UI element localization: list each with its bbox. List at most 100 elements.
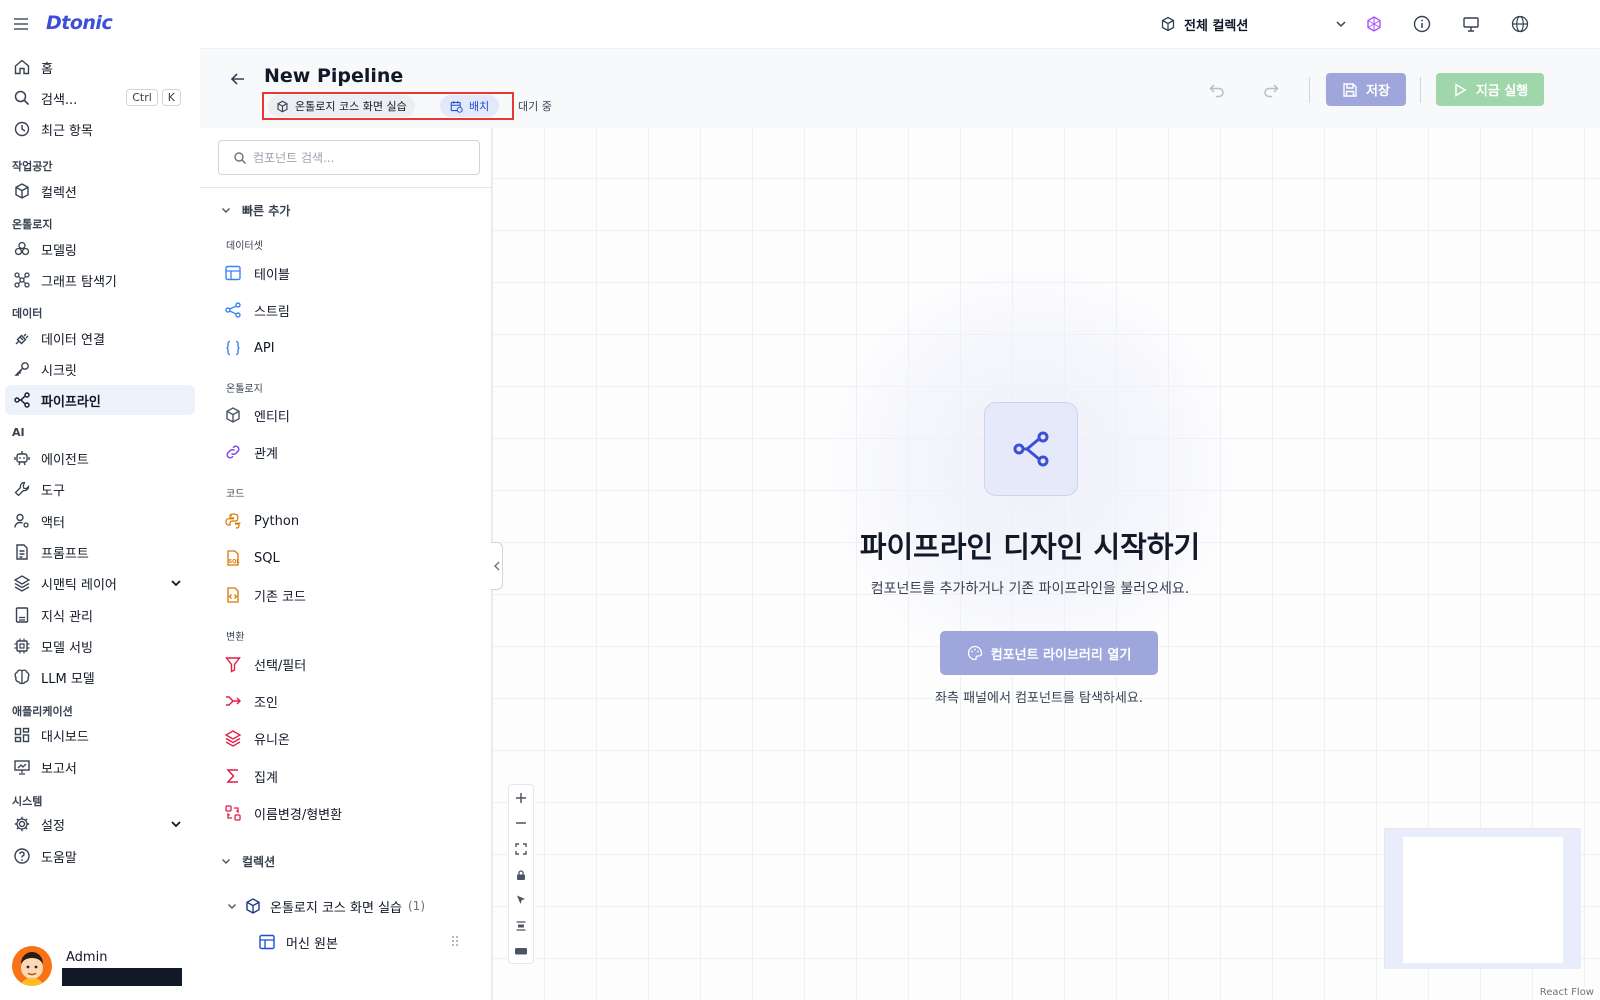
section-workspace: 작업공간	[12, 160, 53, 173]
circles-icon	[13, 240, 31, 258]
logo[interactable]: Dtonic	[46, 12, 113, 34]
undo-icon[interactable]	[1208, 81, 1226, 99]
component-api[interactable]: API	[224, 334, 474, 362]
info-icon[interactable]	[1412, 14, 1432, 34]
section-ai: AI	[12, 426, 25, 439]
collection-select-label: 전체 컬렉션	[1184, 18, 1249, 34]
run-now-button[interactable]: 지금 실행	[1436, 73, 1544, 106]
open-library-button[interactable]: 컴포넌트 라이브러리 열기	[940, 631, 1158, 675]
collection-tag[interactable]: 온톨로지 코스 화면 실습	[268, 95, 415, 117]
page-title[interactable]: New Pipeline	[264, 65, 403, 87]
sidebar-item-label: 설정	[41, 818, 65, 834]
open-library-label: 컴포넌트 라이브러리 열기	[990, 647, 1132, 663]
component-table[interactable]: 테이블	[224, 259, 474, 287]
sidebar-item-label: 에이전트	[41, 452, 89, 468]
sidebar-item-search[interactable]: 검색... Ctrl K	[5, 83, 195, 113]
sidebar-item-reports[interactable]: 보고서	[5, 752, 195, 782]
table-icon	[258, 933, 276, 951]
sidebar-item-dashboard[interactable]: 대시보드	[5, 720, 195, 750]
sidebar-item-actor[interactable]: 액터	[5, 506, 195, 536]
sidebar-item-label: LLM 모델	[41, 671, 95, 687]
user-gear-icon	[13, 512, 31, 530]
zoom-in-icon[interactable]	[509, 785, 533, 810]
cube-icon	[1161, 16, 1175, 32]
sidebar-item-llm-models[interactable]: LLM 모델	[5, 662, 195, 692]
pipeline-canvas[interactable]: 파이프라인 디자인 시작하기 컴포넌트를 추가하거나 기존 파이프라인을 불러오…	[492, 128, 1600, 1000]
sidebar-item-label: 모델 서빙	[41, 640, 93, 656]
tree-collection-item[interactable]: 온톨로지 코스 화면 실습 (1)	[226, 892, 476, 920]
zoom-out-icon[interactable]	[509, 810, 533, 835]
component-stream[interactable]: 스트림	[224, 296, 474, 324]
component-union[interactable]: 유니온	[224, 724, 474, 752]
component-existing-code[interactable]: 기존 코드	[224, 581, 474, 609]
collections-toggle[interactable]: 컬렉션	[220, 851, 275, 871]
back-arrow-icon[interactable]	[228, 69, 248, 89]
sidebar-item-modeling[interactable]: 모델링	[5, 234, 195, 264]
save-button[interactable]: 저장	[1326, 73, 1406, 106]
redacted-email	[62, 968, 182, 986]
svg-text:SQL: SQL	[229, 559, 241, 565]
component-search[interactable]	[218, 140, 480, 175]
globe-icon[interactable]	[1510, 14, 1530, 34]
menu-icon[interactable]	[12, 15, 30, 33]
sidebar-item-agent[interactable]: 에이전트	[5, 443, 195, 473]
sidebar-item-home[interactable]: 홈	[5, 52, 195, 82]
avatar[interactable]	[12, 946, 52, 986]
component-label: 테이블	[254, 267, 290, 283]
react-flow-attribution[interactable]: React Flow	[1537, 987, 1596, 998]
sidebar-item-tools[interactable]: 도구	[5, 474, 195, 504]
sidebar-item-data-connection[interactable]: 데이터 연결	[5, 323, 195, 353]
sidebar-item-label: 검색...	[41, 92, 78, 108]
component-label: 스트림	[254, 304, 290, 320]
component-python[interactable]: Python	[224, 507, 474, 535]
cube-icon	[244, 897, 262, 915]
ontology-icon[interactable]	[1364, 14, 1384, 34]
section-data: 데이터	[12, 307, 43, 320]
sidebar-item-label: 액터	[41, 515, 65, 531]
redo-icon[interactable]	[1262, 81, 1280, 99]
sidebar-item-help[interactable]: 도움말	[5, 841, 195, 871]
sidebar-item-recent[interactable]: 최근 항목	[5, 114, 195, 144]
component-select-filter[interactable]: 선택/필터	[224, 650, 474, 678]
sidebar-item-semantic-layer[interactable]: 시맨틱 레이어	[5, 568, 195, 598]
collection-tag-label: 온톨로지 코스 화면 실습	[295, 100, 407, 113]
sidebar-item-label: 시크릿	[41, 363, 77, 379]
fit-view-icon[interactable]	[509, 836, 533, 861]
minimap[interactable]	[1384, 828, 1581, 969]
quick-add-toggle[interactable]: 빠른 추가	[220, 200, 290, 220]
component-rename-cast[interactable]: 이름변경/형변환	[224, 799, 474, 827]
user-profile[interactable]: Admin	[12, 944, 192, 988]
component-search-input[interactable]	[253, 150, 473, 165]
sidebar-item-settings[interactable]: 설정	[5, 809, 195, 839]
sidebar-item-secrets[interactable]: 시크릿	[5, 354, 195, 384]
sidebar-item-collections[interactable]: 컬렉션	[5, 176, 195, 206]
panel-collapse-toggle[interactable]	[491, 542, 503, 590]
sidebar-item-prompt[interactable]: 프롬프트	[5, 537, 195, 567]
sidebar-item-model-serving[interactable]: 모델 서빙	[5, 631, 195, 661]
pointer-icon[interactable]	[509, 887, 533, 912]
sidebar-item-graph-explorer[interactable]: 그래프 탐색기	[5, 265, 195, 295]
lock-icon[interactable]	[509, 862, 533, 887]
component-label: 기존 코드	[254, 589, 306, 605]
collection-select[interactable]: 전체 컬렉션	[1160, 10, 1360, 38]
keyboard-icon[interactable]	[509, 938, 533, 963]
sidebar-item-pipeline[interactable]: 파이프라인	[5, 385, 195, 415]
batch-mode-tag[interactable]: 배치	[440, 95, 500, 117]
sql-icon: SQL	[224, 549, 242, 567]
monitor-icon[interactable]	[1461, 14, 1481, 34]
align-icon[interactable]	[509, 913, 533, 938]
layers-icon	[224, 729, 242, 747]
sidebar-item-label: 프롬프트	[41, 546, 89, 562]
sidebar-item-knowledge[interactable]: 지식 관리	[5, 600, 195, 630]
component-aggregate[interactable]: 집계	[224, 762, 474, 790]
component-relation[interactable]: 관계	[224, 438, 474, 466]
component-join[interactable]: 조인	[224, 687, 474, 715]
category-code: 코드	[226, 489, 245, 500]
sidebar: 홈 검색... Ctrl K 최근 항목 작업공간 컬렉션 온톨로지 모델링 그…	[0, 48, 200, 1000]
drag-handle-icon[interactable]	[450, 934, 460, 948]
tree-dataset-item[interactable]: 머신 원본	[258, 928, 468, 956]
component-sql[interactable]: SQL SQL	[224, 544, 474, 572]
component-entity[interactable]: 엔티티	[224, 401, 474, 429]
sidebar-item-label: 보고서	[41, 761, 77, 777]
component-label: 조인	[254, 695, 278, 711]
